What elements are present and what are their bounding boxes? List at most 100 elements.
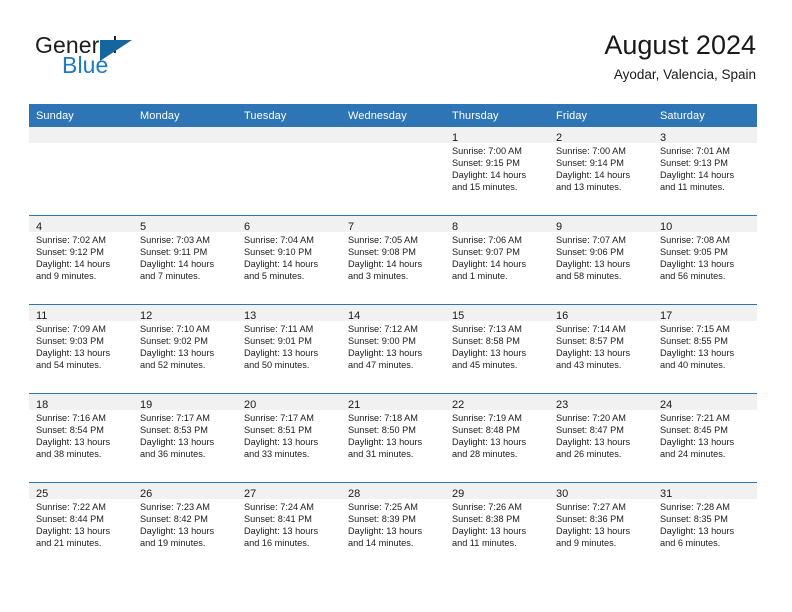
calendar-day-cell[interactable]: 22 Sunrise: 7:19 AM Sunset: 8:48 PM Dayligh… [445,393,549,483]
daylight-text-line1: Daylight: 13 hours [452,526,527,537]
day-number: 6 [244,221,251,233]
sunset-text: Sunset: 9:13 PM [660,158,728,169]
calendar-day-cell[interactable]: 29 Sunrise: 7:26 AM Sunset: 8:38 PM Dayligh… [445,482,549,571]
sunrise-text: Sunrise: 7:25 AM [348,502,418,512]
daylight-text-line2: and 40 minutes. [660,360,726,371]
daylight-text-line1: Daylight: 14 hours [244,259,319,270]
calendar-day-cell[interactable]: 20 Sunrise: 7:17 AM Sunset: 8:51 PM Dayligh… [237,393,341,483]
calendar-day-cell[interactable]: 1 Sunrise: 7:00 AM Sunset: 9:15 PM Daylight… [445,127,549,216]
calendar-day-cell[interactable]: 12 Sunrise: 7:10 AM Sunset: 9:02 PM Dayligh… [133,304,237,394]
day-number-band: 26 [133,483,237,500]
day-number-band: 28 [341,483,445,500]
daylight-text-line2: and 11 minutes. [452,538,517,549]
daylight-text-line1: Daylight: 14 hours [36,259,111,270]
sunrise-text: Sunrise: 7:24 AM [244,502,314,512]
calendar-day-cell[interactable]: 31 Sunrise: 7:28 AM Sunset: 8:35 PM Dayligh… [653,482,757,571]
sunrise-text: Sunrise: 7:28 AM [660,502,730,512]
day-details: Sunrise: 7:26 AM Sunset: 8:38 PM Daylight:… [445,499,549,549]
weekday-header-thursday: Thursday [445,104,549,127]
day-number: 3 [660,132,667,144]
sunset-text: Sunset: 8:57 PM [556,336,624,347]
calendar-day-cell[interactable]: 26 Sunrise: 7:23 AM Sunset: 8:42 PM Dayligh… [133,482,237,571]
day-cell-inner: 9 Sunrise: 7:07 AM Sunset: 9:06 PM Daylight… [549,216,653,304]
day-cell-inner: 14 Sunrise: 7:12 AM Sunset: 9:00 PM Dayligh… [341,305,445,393]
page-subtitle: Ayodar, Valencia, Spain [613,67,756,82]
calendar-day-cell[interactable]: 16 Sunrise: 7:14 AM Sunset: 8:57 PM Dayligh… [549,304,653,394]
calendar-day-cell[interactable]: 10 Sunrise: 7:08 AM Sunset: 9:05 PM Dayligh… [653,215,757,305]
calendar-cell-empty [341,127,445,216]
sunset-text: Sunset: 9:03 PM [36,336,104,347]
calendar-day-cell[interactable]: 18 Sunrise: 7:16 AM Sunset: 8:54 PM Dayligh… [29,393,133,483]
day-number-band: 3 [653,127,757,144]
calendar-day-cell[interactable]: 14 Sunrise: 7:12 AM Sunset: 9:00 PM Dayligh… [341,304,445,394]
sunset-text: Sunset: 8:53 PM [140,425,208,436]
day-cell-inner: 28 Sunrise: 7:25 AM Sunset: 8:39 PM Dayligh… [341,483,445,571]
day-cell-inner: 23 Sunrise: 7:20 AM Sunset: 8:47 PM Dayligh… [549,394,653,482]
sunset-text: Sunset: 8:58 PM [452,336,520,347]
day-number: 22 [452,399,465,411]
brand-logo[interactable]: General Blue [29,32,249,88]
sunset-text: Sunset: 9:01 PM [244,336,312,347]
sunset-text: Sunset: 9:12 PM [36,247,104,258]
calendar-day-cell[interactable]: 28 Sunrise: 7:25 AM Sunset: 8:39 PM Dayligh… [341,482,445,571]
day-number: 2 [556,132,563,144]
day-cell-inner [237,127,341,215]
daylight-text-line2: and 28 minutes. [452,449,518,460]
calendar-day-cell[interactable]: 13 Sunrise: 7:11 AM Sunset: 9:01 PM Dayligh… [237,304,341,394]
calendar-day-cell[interactable]: 30 Sunrise: 7:27 AM Sunset: 8:36 PM Dayligh… [549,482,653,571]
calendar-day-cell[interactable]: 11 Sunrise: 7:09 AM Sunset: 9:03 PM Dayligh… [29,304,133,394]
calendar-day-cell[interactable]: 15 Sunrise: 7:13 AM Sunset: 8:58 PM Dayligh… [445,304,549,394]
calendar-day-cell[interactable]: 27 Sunrise: 7:24 AM Sunset: 8:41 PM Dayligh… [237,482,341,571]
sunset-text: Sunset: 8:54 PM [36,425,104,436]
sunset-text: Sunset: 8:48 PM [452,425,520,436]
day-details: Sunrise: 7:27 AM Sunset: 8:36 PM Daylight:… [549,499,653,549]
calendar-day-cell[interactable]: 3 Sunrise: 7:01 AM Sunset: 9:13 PM Daylight… [653,127,757,216]
calendar-day-cell[interactable]: 23 Sunrise: 7:20 AM Sunset: 8:47 PM Dayligh… [549,393,653,483]
day-cell-inner: 7 Sunrise: 7:05 AM Sunset: 9:08 PM Daylight… [341,216,445,304]
day-number-band: 7 [341,216,445,233]
daylight-text-line2: and 56 minutes. [660,271,726,282]
day-number: 12 [140,310,153,322]
calendar-day-cell[interactable]: 19 Sunrise: 7:17 AM Sunset: 8:53 PM Dayligh… [133,393,237,483]
sunrise-text: Sunrise: 7:02 AM [36,235,106,245]
daylight-text-line2: and 16 minutes. [244,538,310,549]
calendar-day-cell[interactable]: 9 Sunrise: 7:07 AM Sunset: 9:06 PM Daylight… [549,215,653,305]
calendar-day-cell[interactable]: 4 Sunrise: 7:02 AM Sunset: 9:12 PM Daylight… [29,215,133,305]
day-cell-inner: 27 Sunrise: 7:24 AM Sunset: 8:41 PM Dayligh… [237,483,341,571]
day-cell-inner [29,127,133,215]
sunrise-text: Sunrise: 7:27 AM [556,502,626,512]
day-number-band [237,127,341,143]
calendar-day-cell[interactable]: 25 Sunrise: 7:22 AM Sunset: 8:44 PM Dayligh… [29,482,133,571]
day-cell-inner: 18 Sunrise: 7:16 AM Sunset: 8:54 PM Dayligh… [29,394,133,482]
calendar-day-cell[interactable]: 6 Sunrise: 7:04 AM Sunset: 9:10 PM Daylight… [237,215,341,305]
daylight-text-line2: and 50 minutes. [244,360,310,371]
day-number: 13 [244,310,257,322]
calendar-day-cell[interactable]: 5 Sunrise: 7:03 AM Sunset: 9:11 PM Daylight… [133,215,237,305]
day-cell-inner: 2 Sunrise: 7:00 AM Sunset: 9:14 PM Daylight… [549,127,653,215]
daylight-text-line1: Daylight: 13 hours [556,348,631,359]
daylight-text-line1: Daylight: 13 hours [348,437,423,448]
day-cell-inner: 10 Sunrise: 7:08 AM Sunset: 9:05 PM Dayligh… [653,216,757,304]
calendar-day-cell[interactable]: 24 Sunrise: 7:21 AM Sunset: 8:45 PM Dayligh… [653,393,757,483]
calendar-day-cell[interactable]: 7 Sunrise: 7:05 AM Sunset: 9:08 PM Daylight… [341,215,445,305]
day-cell-inner: 5 Sunrise: 7:03 AM Sunset: 9:11 PM Daylight… [133,216,237,304]
daylight-text-line1: Daylight: 13 hours [36,526,111,537]
calendar-week-row: 18 Sunrise: 7:16 AM Sunset: 8:54 PM Dayligh… [29,393,757,483]
day-number: 4 [36,221,43,233]
calendar-day-cell[interactable]: 17 Sunrise: 7:15 AM Sunset: 8:55 PM Dayligh… [653,304,757,394]
day-number-band [133,127,237,143]
daylight-text-line1: Daylight: 14 hours [348,259,423,270]
daylight-text-line2: and 26 minutes. [556,449,622,460]
day-cell-inner: 8 Sunrise: 7:06 AM Sunset: 9:07 PM Daylight… [445,216,549,304]
sunrise-text: Sunrise: 7:08 AM [660,235,730,245]
day-cell-inner: 16 Sunrise: 7:14 AM Sunset: 8:57 PM Dayligh… [549,305,653,393]
sunset-text: Sunset: 9:07 PM [452,247,520,258]
day-cell-inner [133,127,237,215]
weekday-header-friday: Friday [549,104,653,127]
sunset-text: Sunset: 8:38 PM [452,514,520,525]
daylight-text-line2: and 6 minutes. [660,538,721,549]
day-number-band: 24 [653,394,757,411]
calendar-day-cell[interactable]: 2 Sunrise: 7:00 AM Sunset: 9:14 PM Daylight… [549,127,653,216]
calendar-day-cell[interactable]: 8 Sunrise: 7:06 AM Sunset: 9:07 PM Daylight… [445,215,549,305]
calendar-day-cell[interactable]: 21 Sunrise: 7:18 AM Sunset: 8:50 PM Dayligh… [341,393,445,483]
